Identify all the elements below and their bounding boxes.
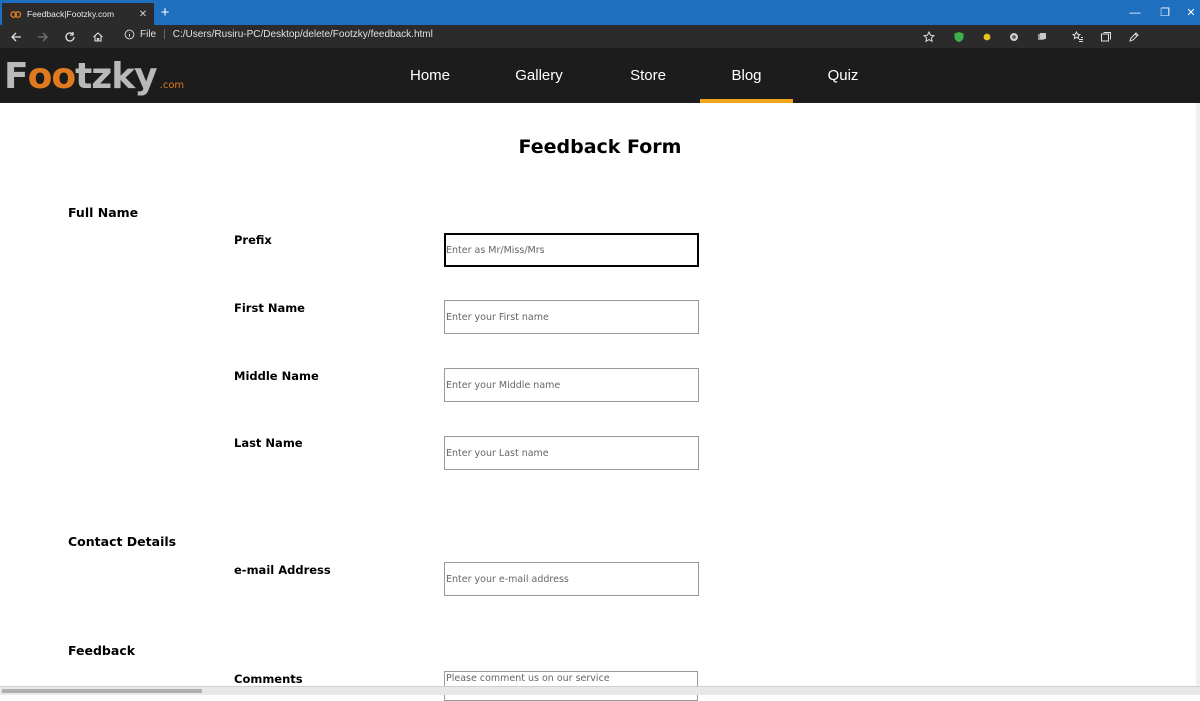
- page-title: Feedback Form: [518, 136, 682, 158]
- nav-gallery[interactable]: Gallery: [499, 48, 579, 103]
- browser-toolbar: File | C:/Users/Rusiru-PC/Desktop/delete…: [0, 25, 1200, 69]
- middle-name-input[interactable]: [444, 368, 699, 402]
- favorites-button[interactable]: [1070, 29, 1086, 45]
- close-window-button[interactable]: ✕: [1176, 0, 1200, 25]
- tab-close-icon[interactable]: ✕: [136, 9, 150, 20]
- site-header: F oo tzky .com Home Gallery Store Blog Q…: [0, 48, 1200, 103]
- logo-letter-f: F: [4, 56, 29, 97]
- footzky-favicon-icon: [10, 10, 21, 18]
- logo-domain: .com: [159, 80, 185, 91]
- first-name-label: First Name: [234, 301, 305, 315]
- email-input[interactable]: [444, 562, 699, 596]
- forward-arrow-icon: [38, 32, 48, 42]
- first-name-input[interactable]: [444, 300, 699, 334]
- address-field[interactable]: File | C:/Users/Rusiru-PC/Desktop/delete…: [124, 29, 433, 40]
- nav-quiz[interactable]: Quiz: [808, 48, 878, 103]
- home-icon: [93, 32, 103, 42]
- info-icon: [124, 29, 135, 40]
- prefix-label: Prefix: [234, 233, 272, 247]
- star-icon: [923, 31, 935, 43]
- section-full-name: Full Name: [68, 205, 139, 220]
- tab-title: Feedback|Footzky.com: [27, 9, 115, 19]
- back-arrow-icon: [11, 32, 21, 42]
- cube-icon: [1038, 33, 1046, 40]
- browser-tab-bar: Feedback|Footzky.com ✕ + — ❐ ✕: [0, 0, 1200, 25]
- lightbulb-icon: [983, 33, 991, 41]
- refresh-icon: [65, 32, 75, 42]
- collections-icon: [1101, 32, 1111, 42]
- url-text: C:/Users/Rusiru-PC/Desktop/delete/Footzk…: [172, 29, 433, 40]
- last-name-input[interactable]: [444, 436, 699, 470]
- favorite-star-button[interactable]: [921, 29, 937, 45]
- comments-label: Comments: [234, 672, 303, 686]
- horizontal-scrollbar[interactable]: [0, 686, 1200, 695]
- middle-name-label: Middle Name: [234, 369, 319, 383]
- read-aloud-button[interactable]: [1126, 29, 1142, 45]
- url-separator: |: [163, 29, 166, 40]
- extension-circle[interactable]: [1006, 29, 1022, 45]
- minimize-button[interactable]: —: [1120, 0, 1150, 25]
- url-prefix: File: [140, 29, 157, 40]
- favorites-list-icon: [1072, 31, 1083, 42]
- back-button[interactable]: [6, 27, 26, 47]
- pen-icon: [1129, 32, 1139, 42]
- collections-button[interactable]: [1098, 29, 1114, 45]
- vertical-scrollbar[interactable]: [1196, 103, 1200, 688]
- browser-tab[interactable]: Feedback|Footzky.com ✕: [2, 3, 154, 25]
- refresh-button[interactable]: [60, 27, 80, 47]
- last-name-label: Last Name: [234, 436, 303, 450]
- record-icon: [1010, 33, 1018, 41]
- horizontal-scrollbar-thumb[interactable]: [2, 689, 202, 693]
- home-button[interactable]: [88, 27, 108, 47]
- nav-home[interactable]: Home: [395, 48, 465, 103]
- extension-cube[interactable]: [1034, 29, 1050, 45]
- extension-yellow[interactable]: [979, 29, 995, 45]
- section-contact-details: Contact Details: [68, 534, 177, 549]
- new-tab-button[interactable]: +: [157, 4, 173, 22]
- extension-shield[interactable]: [951, 29, 967, 45]
- nav-blog[interactable]: Blog: [700, 48, 793, 103]
- nav-store[interactable]: Store: [613, 48, 683, 103]
- forward-button[interactable]: [33, 27, 53, 47]
- logo-letters-oo: oo: [27, 56, 76, 97]
- shield-icon: [954, 32, 964, 42]
- prefix-input[interactable]: [444, 233, 699, 267]
- footzky-logo[interactable]: F oo tzky .com: [4, 56, 185, 97]
- logo-letters-tzky: tzky: [75, 56, 158, 97]
- section-feedback: Feedback: [68, 643, 136, 658]
- email-label: e-mail Address: [234, 563, 331, 577]
